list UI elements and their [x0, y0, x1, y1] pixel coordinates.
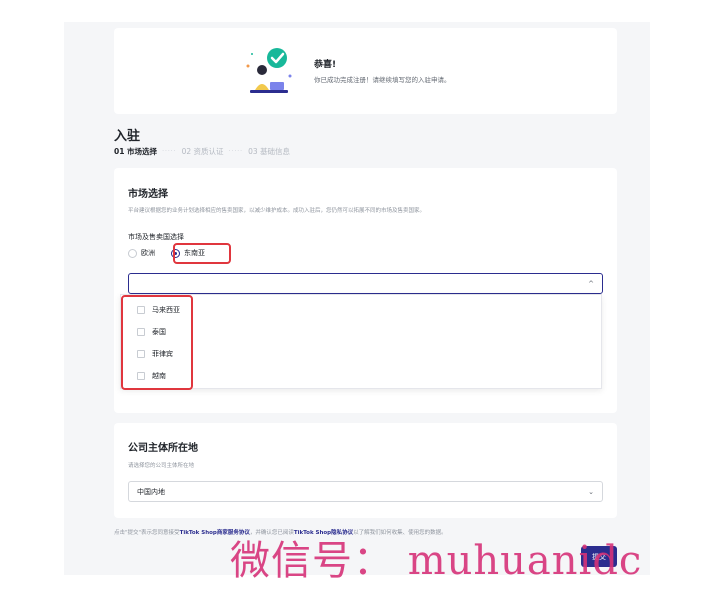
company-location-card: 公司主体所在地 请选择您的公司主体所在地 中国内地 ⌄ — [114, 423, 617, 518]
step-separator: ····· — [228, 148, 244, 155]
chevron-up-icon: ^ — [588, 280, 594, 288]
success-illustration-icon — [246, 48, 292, 93]
market-section-title: 市场选择 — [128, 189, 168, 200]
congrats-banner: 恭喜! 你已成功完成注册！请继续填写您的入驻申请。 — [114, 28, 617, 114]
market-section-desc: 平台建议根据您的业务计划选择相应的售卖国家，以减少维护成本。成功入驻后，您仍然可… — [128, 208, 426, 214]
agreement-prefix: 点击"提交"表示您同意接受 — [114, 530, 180, 536]
watermark-text: 微信号： muhuanidc — [230, 538, 643, 584]
step-basic-info: 03 基础信息 — [248, 147, 291, 156]
highlight-box — [173, 243, 231, 264]
radio-label: 欧洲 — [141, 249, 155, 257]
step-indicator: 01 市场选择 ····· 02 资质认证 ····· 03 基础信息 — [114, 146, 290, 157]
page-title: 入驻 — [114, 129, 141, 144]
company-section-desc: 请选择您的公司主体所在地 — [128, 463, 195, 469]
market-field-label: 市场及售卖国选择 — [128, 233, 184, 241]
company-section-title: 公司主体所在地 — [128, 443, 198, 454]
radio-europe[interactable]: 欧洲 — [128, 248, 155, 258]
step-market: 01 市场选择 — [114, 147, 158, 156]
chevron-down-icon: ⌄ — [588, 488, 594, 496]
company-select-value: 中国内地 — [137, 487, 165, 496]
company-location-select[interactable]: 中国内地 ⌄ — [128, 481, 603, 502]
country-multiselect[interactable]: ^ — [128, 273, 603, 294]
congrats-title: 恭喜! — [314, 60, 337, 70]
step-qualification: 02 资质认证 — [181, 147, 224, 156]
step-separator: ····· — [162, 148, 177, 155]
radio-unchecked-icon — [128, 248, 137, 258]
highlight-box — [121, 295, 193, 390]
congrats-subtitle: 你已成功完成注册！请继续填写您的入驻申请。 — [314, 76, 451, 84]
